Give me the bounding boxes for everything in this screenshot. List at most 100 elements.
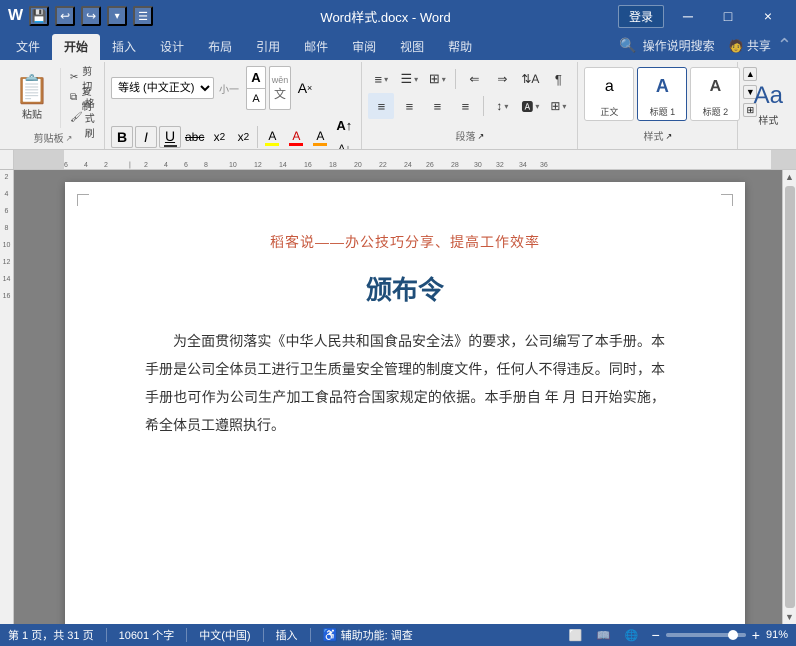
tab-file[interactable]: 文件 <box>4 34 52 60</box>
style-normal[interactable]: a 正文 <box>584 67 634 121</box>
shrink-font-btn[interactable]: A↓ <box>333 138 355 150</box>
shading-indicator <box>313 143 327 146</box>
align-center-btn[interactable]: ≡ <box>396 93 422 119</box>
zoom-out-btn[interactable]: − <box>650 627 662 643</box>
multilevel-list-btn[interactable]: ⊞▾ <box>424 66 450 92</box>
strikethrough-button[interactable]: abc <box>183 126 206 148</box>
format-painter-button[interactable]: 🖌格式刷 <box>68 108 96 127</box>
ruler: 6 4 2 | 2 4 6 8 10 12 14 16 18 20 22 24 … <box>14 150 796 170</box>
document-header: 稻客说——办公技巧分享、提高工作效率 <box>145 232 665 252</box>
text-highlight-btn[interactable]: A <box>261 126 283 148</box>
justify-btn[interactable]: ≡ <box>452 93 478 119</box>
zoom-in-btn[interactable]: + <box>750 627 762 643</box>
tab-references[interactable]: 引用 <box>244 34 292 60</box>
superscript-button[interactable]: x2 <box>232 126 254 148</box>
close-button[interactable]: × <box>748 4 788 28</box>
status-divider1 <box>106 628 107 642</box>
tab-design[interactable]: 设计 <box>148 34 196 60</box>
page-info: 第 1 页，共 31 页 <box>8 627 94 643</box>
tab-layout[interactable]: 布局 <box>196 34 244 60</box>
scroll-thumb[interactable] <box>785 186 795 608</box>
minimize-button[interactable]: ─ <box>668 4 708 28</box>
bullets-btn[interactable]: ≡▾ <box>368 66 394 92</box>
bold-button[interactable]: B <box>111 126 133 148</box>
accessibility-icon: ♿ <box>323 628 338 642</box>
edit-group: Aa 样式 <box>738 62 796 149</box>
print-layout-view-btn[interactable]: ⬜ <box>566 627 586 643</box>
subscript-button[interactable]: x2 <box>208 126 230 148</box>
align-right-btn[interactable]: ≡ <box>424 93 450 119</box>
read-view-btn[interactable]: 📖 <box>594 627 614 643</box>
font-color-btn[interactable]: A <box>285 126 307 148</box>
document-paragraph1: 为全面贯彻落实《中华人民共和国食品安全法》的要求，公司编写了本手册。本手册是公司… <box>145 329 665 441</box>
clipboard-label: 剪贴板 <box>34 128 64 148</box>
font-size-increase-btn[interactable]: A <box>246 66 266 88</box>
web-view-btn[interactable]: 🌐 <box>622 627 642 643</box>
document-title: Word样式.docx - Word <box>153 7 618 26</box>
zoom-slider[interactable] <box>666 633 746 637</box>
read-view-icon: 📖 <box>597 629 611 642</box>
phonetic-guide-btn[interactable]: wēn 文 <box>269 66 291 110</box>
zoom-controls: − + 91% <box>650 627 788 643</box>
save-button[interactable]: 💾 <box>29 6 49 26</box>
tab-view[interactable]: 视图 <box>388 34 436 60</box>
grow-font-btn[interactable]: A↑ <box>333 114 355 136</box>
share-button[interactable]: 🧑 共享 <box>729 37 771 54</box>
undo-button[interactable]: ↩ <box>55 6 75 26</box>
borders-btn[interactable]: ⊞▾ <box>545 93 571 119</box>
scroll-down-btn[interactable]: ▼ <box>783 610 796 624</box>
line-spacing-btn[interactable]: ↕▾ <box>489 93 515 119</box>
cut-icon: ✂ <box>70 72 78 83</box>
document-scroll-area[interactable]: ▲ ▼ 稻客说——办公技巧分享、提高工作效率 颁布令 为全面贯彻落实《中华人民共… <box>14 170 796 624</box>
clear-format-btn[interactable]: A× <box>294 77 316 99</box>
decrease-indent-btn[interactable]: ⇐ <box>461 66 487 92</box>
para-expand-icon[interactable]: ↗ <box>478 132 485 141</box>
increase-indent-btn[interactable]: ⇒ <box>489 66 515 92</box>
zoom-level: 91% <box>766 629 788 641</box>
font-color-indicator <box>289 143 303 146</box>
vertical-scrollbar[interactable]: ▲ ▼ <box>782 170 796 624</box>
redo-button[interactable]: ↪ <box>81 6 101 26</box>
customize-quick-access[interactable]: ▾ <box>107 6 127 26</box>
status-divider2 <box>186 628 187 642</box>
style-heading1[interactable]: A 标题 1 <box>637 67 687 121</box>
vertical-ruler: 2 4 6 8 10 12 14 16 <box>0 170 14 624</box>
tab-review[interactable]: 审阅 <box>340 34 388 60</box>
paste-button[interactable]: 📋 粘贴 <box>10 68 54 128</box>
underline-button[interactable]: U <box>159 126 181 148</box>
sort-btn[interactable]: ⇅A <box>517 66 543 92</box>
maximize-button[interactable]: □ <box>708 4 748 28</box>
align-left-btn[interactable]: ≡ <box>368 93 394 119</box>
font-shading-btn[interactable]: A <box>309 126 331 148</box>
search-label[interactable]: 操作说明搜索 <box>643 37 715 54</box>
numbering-btn[interactable]: ☰▾ <box>396 66 422 92</box>
format-painter-icon: 🖌 <box>70 112 83 123</box>
font-family-select[interactable]: 等线 (中文正文) <box>111 77 214 99</box>
accessibility: ♿ 辅助功能: 调查 <box>323 627 413 643</box>
para-divider2 <box>483 96 484 116</box>
style-heading2[interactable]: A 标题 2 <box>690 67 740 121</box>
title-bar: W 💾 ↩ ↪ ▾ ☰ Word样式.docx - Word 登录 ─ □ × <box>0 0 796 32</box>
title-bar-right: 登录 ─ □ × <box>618 4 788 28</box>
zoom-handle[interactable] <box>728 630 738 640</box>
italic-button[interactable]: I <box>135 126 157 148</box>
status-divider4 <box>310 628 311 642</box>
styles-expand-icon[interactable]: ↗ <box>666 132 673 141</box>
ribbon-tabs: 文件 开始 插入 设计 布局 引用 邮件 审阅 视图 帮助 🔍 操作说明搜索 🧑… <box>0 32 796 60</box>
styles-apply-btn[interactable]: Aa 样式 <box>744 79 792 131</box>
title-bar-left: W 💾 ↩ ↪ ▾ ☰ <box>8 6 153 26</box>
touch-mode-button[interactable]: ☰ <box>133 6 153 26</box>
login-button[interactable]: 登录 <box>618 5 664 28</box>
tab-help[interactable]: 帮助 <box>436 34 484 60</box>
show-marks-btn[interactable]: ¶ <box>545 66 571 92</box>
tab-insert[interactable]: 插入 <box>100 34 148 60</box>
scroll-up-btn[interactable]: ▲ <box>783 170 796 184</box>
font-group: 等线 (中文正文) 小一 A A wēn 文 A× B I U <box>105 62 362 149</box>
clipboard-expand-icon[interactable]: ↗ <box>66 134 73 143</box>
tab-mailings[interactable]: 邮件 <box>292 34 340 60</box>
paragraph-group: ≡▾ ☰▾ ⊞▾ ⇐ ⇒ ⇅A ¶ ≡ ≡ ≡ ≡ ↕▾ 🅰▾ ⊞▾ 段落 <box>362 62 578 149</box>
right-margin-indicator <box>771 150 796 169</box>
tab-home[interactable]: 开始 <box>52 34 100 60</box>
font-size-decrease-btn[interactable]: A <box>246 88 266 110</box>
shading-fill-btn[interactable]: 🅰▾ <box>517 93 543 119</box>
